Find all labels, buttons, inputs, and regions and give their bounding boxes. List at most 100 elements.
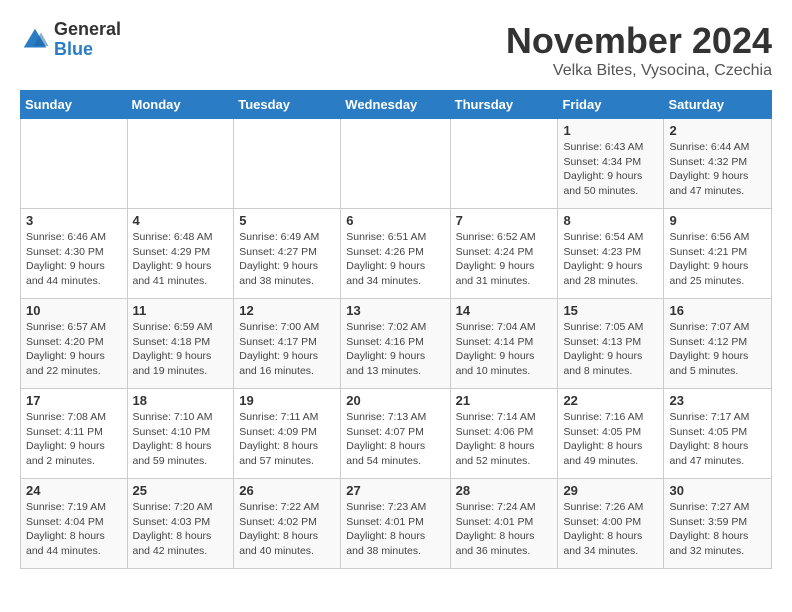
day-number: 3	[26, 213, 122, 228]
calendar-cell: 3 Sunrise: 6:46 AM Sunset: 4:30 PM Daylig…	[21, 209, 128, 299]
day-info: Sunrise: 6:51 AM Sunset: 4:26 PM Dayligh…	[346, 230, 444, 289]
day-number: 15	[563, 303, 658, 318]
day-info: Sunrise: 7:11 AM Sunset: 4:09 PM Dayligh…	[239, 410, 335, 469]
day-info: Sunrise: 7:26 AM Sunset: 4:00 PM Dayligh…	[563, 500, 658, 559]
day-number: 27	[346, 483, 444, 498]
day-info: Sunrise: 6:48 AM Sunset: 4:29 PM Dayligh…	[133, 230, 229, 289]
logo: General Blue	[20, 20, 121, 60]
day-info: Sunrise: 7:14 AM Sunset: 4:06 PM Dayligh…	[456, 410, 553, 469]
day-info: Sunrise: 6:49 AM Sunset: 4:27 PM Dayligh…	[239, 230, 335, 289]
day-info: Sunrise: 6:54 AM Sunset: 4:23 PM Dayligh…	[563, 230, 658, 289]
day-info: Sunrise: 6:57 AM Sunset: 4:20 PM Dayligh…	[26, 320, 122, 379]
calendar-table: SundayMondayTuesdayWednesdayThursdayFrid…	[20, 90, 772, 569]
calendar-cell: 30 Sunrise: 7:27 AM Sunset: 3:59 PM Dayli…	[664, 479, 772, 569]
day-info: Sunrise: 7:10 AM Sunset: 4:10 PM Dayligh…	[133, 410, 229, 469]
day-number: 22	[563, 393, 658, 408]
calendar-cell: 12 Sunrise: 7:00 AM Sunset: 4:17 PM Dayli…	[234, 299, 341, 389]
day-number: 9	[669, 213, 766, 228]
day-info: Sunrise: 6:44 AM Sunset: 4:32 PM Dayligh…	[669, 140, 766, 199]
calendar-cell: 9 Sunrise: 6:56 AM Sunset: 4:21 PM Daylig…	[664, 209, 772, 299]
day-number: 16	[669, 303, 766, 318]
page-header: General Blue November 2024 Velka Bites, …	[20, 20, 772, 80]
day-info: Sunrise: 7:19 AM Sunset: 4:04 PM Dayligh…	[26, 500, 122, 559]
day-number: 5	[239, 213, 335, 228]
title-section: November 2024 Velka Bites, Vysocina, Cze…	[506, 20, 772, 80]
logo-blue-text: Blue	[54, 40, 121, 60]
calendar-cell: 21 Sunrise: 7:14 AM Sunset: 4:06 PM Dayli…	[450, 389, 558, 479]
column-header-tuesday: Tuesday	[234, 91, 341, 119]
day-info: Sunrise: 6:52 AM Sunset: 4:24 PM Dayligh…	[456, 230, 553, 289]
day-number: 6	[346, 213, 444, 228]
day-info: Sunrise: 7:00 AM Sunset: 4:17 PM Dayligh…	[239, 320, 335, 379]
calendar-cell: 11Sunrise: 6:59 AM Sunset: 4:18 PM Dayli…	[127, 299, 234, 389]
day-number: 30	[669, 483, 766, 498]
day-number: 21	[456, 393, 553, 408]
day-info: Sunrise: 7:16 AM Sunset: 4:05 PM Dayligh…	[563, 410, 658, 469]
calendar-cell: 20 Sunrise: 7:13 AM Sunset: 4:07 PM Dayli…	[341, 389, 450, 479]
day-number: 28	[456, 483, 553, 498]
day-number: 20	[346, 393, 444, 408]
day-number: 10	[26, 303, 122, 318]
calendar-cell: 23Sunrise: 7:17 AM Sunset: 4:05 PM Dayli…	[664, 389, 772, 479]
calendar-cell	[127, 119, 234, 209]
day-number: 29	[563, 483, 658, 498]
day-number: 23	[669, 393, 766, 408]
calendar-cell: 17 Sunrise: 7:08 AM Sunset: 4:11 PM Dayli…	[21, 389, 128, 479]
day-number: 12	[239, 303, 335, 318]
calendar-week-row: 3 Sunrise: 6:46 AM Sunset: 4:30 PM Daylig…	[21, 209, 772, 299]
day-number: 25	[133, 483, 229, 498]
calendar-cell: 27 Sunrise: 7:23 AM Sunset: 4:01 PM Dayli…	[341, 479, 450, 569]
day-info: Sunrise: 7:07 AM Sunset: 4:12 PM Dayligh…	[669, 320, 766, 379]
day-number: 1	[563, 123, 658, 138]
calendar-cell: 7 Sunrise: 6:52 AM Sunset: 4:24 PM Daylig…	[450, 209, 558, 299]
column-header-monday: Monday	[127, 91, 234, 119]
column-header-wednesday: Wednesday	[341, 91, 450, 119]
calendar-cell: 29 Sunrise: 7:26 AM Sunset: 4:00 PM Dayli…	[558, 479, 664, 569]
day-info: Sunrise: 7:20 AM Sunset: 4:03 PM Dayligh…	[133, 500, 229, 559]
calendar-cell: 14 Sunrise: 7:04 AM Sunset: 4:14 PM Dayli…	[450, 299, 558, 389]
day-info: Sunrise: 7:04 AM Sunset: 4:14 PM Dayligh…	[456, 320, 553, 379]
day-info: Sunrise: 7:23 AM Sunset: 4:01 PM Dayligh…	[346, 500, 444, 559]
calendar-cell: 4 Sunrise: 6:48 AM Sunset: 4:29 PM Daylig…	[127, 209, 234, 299]
calendar-cell: 2 Sunrise: 6:44 AM Sunset: 4:32 PM Daylig…	[664, 119, 772, 209]
day-info: Sunrise: 6:56 AM Sunset: 4:21 PM Dayligh…	[669, 230, 766, 289]
calendar-week-row: 17 Sunrise: 7:08 AM Sunset: 4:11 PM Dayli…	[21, 389, 772, 479]
calendar-cell: 16 Sunrise: 7:07 AM Sunset: 4:12 PM Dayli…	[664, 299, 772, 389]
day-number: 8	[563, 213, 658, 228]
calendar-cell	[450, 119, 558, 209]
day-info: Sunrise: 7:27 AM Sunset: 3:59 PM Dayligh…	[669, 500, 766, 559]
day-info: Sunrise: 7:02 AM Sunset: 4:16 PM Dayligh…	[346, 320, 444, 379]
day-number: 2	[669, 123, 766, 138]
calendar-cell	[341, 119, 450, 209]
calendar-cell: 1Sunrise: 6:43 AM Sunset: 4:34 PM Daylig…	[558, 119, 664, 209]
calendar-cell: 26 Sunrise: 7:22 AM Sunset: 4:02 PM Dayli…	[234, 479, 341, 569]
calendar-cell: 10 Sunrise: 6:57 AM Sunset: 4:20 PM Dayli…	[21, 299, 128, 389]
day-number: 7	[456, 213, 553, 228]
logo-general-text: General	[54, 20, 121, 40]
day-info: Sunrise: 6:46 AM Sunset: 4:30 PM Dayligh…	[26, 230, 122, 289]
day-number: 14	[456, 303, 553, 318]
day-number: 26	[239, 483, 335, 498]
column-header-friday: Friday	[558, 91, 664, 119]
day-info: Sunrise: 7:08 AM Sunset: 4:11 PM Dayligh…	[26, 410, 122, 469]
calendar-week-row: 10 Sunrise: 6:57 AM Sunset: 4:20 PM Dayli…	[21, 299, 772, 389]
day-number: 4	[133, 213, 229, 228]
logo-icon	[20, 25, 50, 55]
location-subtitle: Velka Bites, Vysocina, Czechia	[506, 62, 772, 80]
day-number: 13	[346, 303, 444, 318]
calendar-cell: 15Sunrise: 7:05 AM Sunset: 4:13 PM Dayli…	[558, 299, 664, 389]
calendar-week-row: 1Sunrise: 6:43 AM Sunset: 4:34 PM Daylig…	[21, 119, 772, 209]
day-info: Sunrise: 6:59 AM Sunset: 4:18 PM Dayligh…	[133, 320, 229, 379]
day-info: Sunrise: 7:22 AM Sunset: 4:02 PM Dayligh…	[239, 500, 335, 559]
calendar-cell: 22 Sunrise: 7:16 AM Sunset: 4:05 PM Dayli…	[558, 389, 664, 479]
calendar-cell: 5 Sunrise: 6:49 AM Sunset: 4:27 PM Daylig…	[234, 209, 341, 299]
calendar-cell: 13 Sunrise: 7:02 AM Sunset: 4:16 PM Dayli…	[341, 299, 450, 389]
calendar-header-row: SundayMondayTuesdayWednesdayThursdayFrid…	[21, 91, 772, 119]
calendar-cell	[234, 119, 341, 209]
day-number: 17	[26, 393, 122, 408]
day-info: Sunrise: 7:13 AM Sunset: 4:07 PM Dayligh…	[346, 410, 444, 469]
column-header-sunday: Sunday	[21, 91, 128, 119]
calendar-cell	[21, 119, 128, 209]
calendar-cell: 8 Sunrise: 6:54 AM Sunset: 4:23 PM Daylig…	[558, 209, 664, 299]
calendar-week-row: 24Sunrise: 7:19 AM Sunset: 4:04 PM Dayli…	[21, 479, 772, 569]
